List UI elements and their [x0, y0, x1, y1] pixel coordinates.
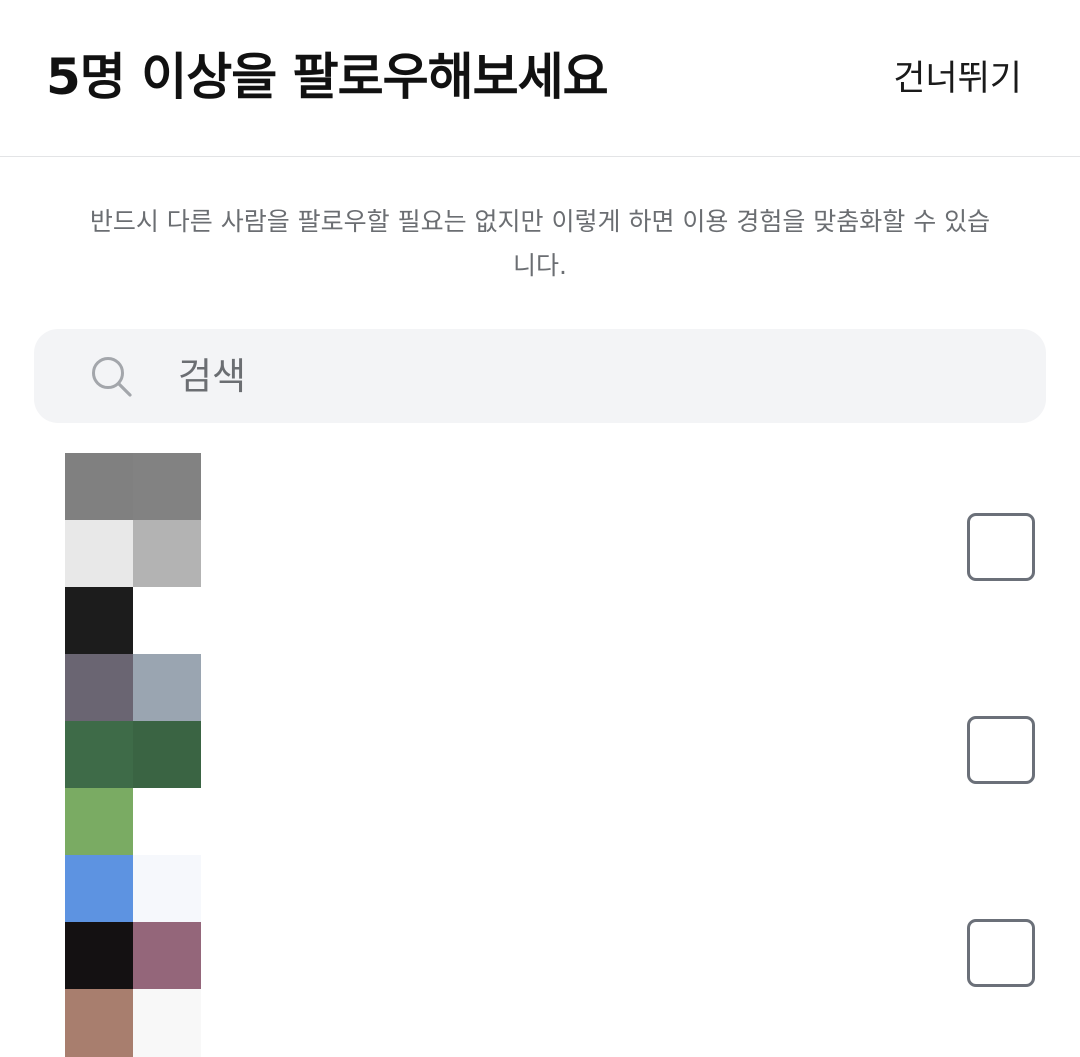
header: 5명 이상을 팔로우해보세요 건너뛰기 [0, 0, 1080, 157]
mosaic-tile [65, 989, 133, 1057]
avatar-mosaic [65, 453, 202, 1057]
page-title: 5명 이상을 팔로우해보세요 [46, 48, 609, 106]
mosaic-tile [65, 587, 133, 655]
skip-button[interactable]: 건너뛰기 [893, 54, 1022, 104]
mosaic-tile [65, 855, 133, 923]
mosaic-tile [65, 922, 133, 990]
follow-checkbox[interactable] [967, 513, 1035, 581]
mosaic-tile [65, 721, 133, 789]
search-bar[interactable] [34, 329, 1046, 423]
mosaic-tile [133, 654, 201, 722]
mosaic-tile [65, 453, 133, 521]
mosaic-tile [133, 788, 201, 856]
mosaic-tile [65, 520, 133, 588]
mosaic-tile [133, 721, 201, 789]
mosaic-tile [133, 587, 201, 655]
mosaic-tile [133, 855, 201, 923]
mosaic-tile [65, 654, 133, 722]
follow-checkbox[interactable] [967, 716, 1035, 784]
search-input[interactable] [178, 347, 998, 405]
mosaic-tile [65, 788, 133, 856]
search-icon [92, 357, 132, 397]
mosaic-tile [133, 453, 201, 521]
description-text: 반드시 다른 사람을 팔로우할 필요는 없지만 이렇게 하면 이용 경험을 맞춤… [89, 207, 991, 280]
mosaic-tile [133, 520, 201, 588]
follow-checkbox[interactable] [967, 919, 1035, 987]
mosaic-tile [133, 989, 201, 1057]
mosaic-tile [133, 922, 201, 990]
